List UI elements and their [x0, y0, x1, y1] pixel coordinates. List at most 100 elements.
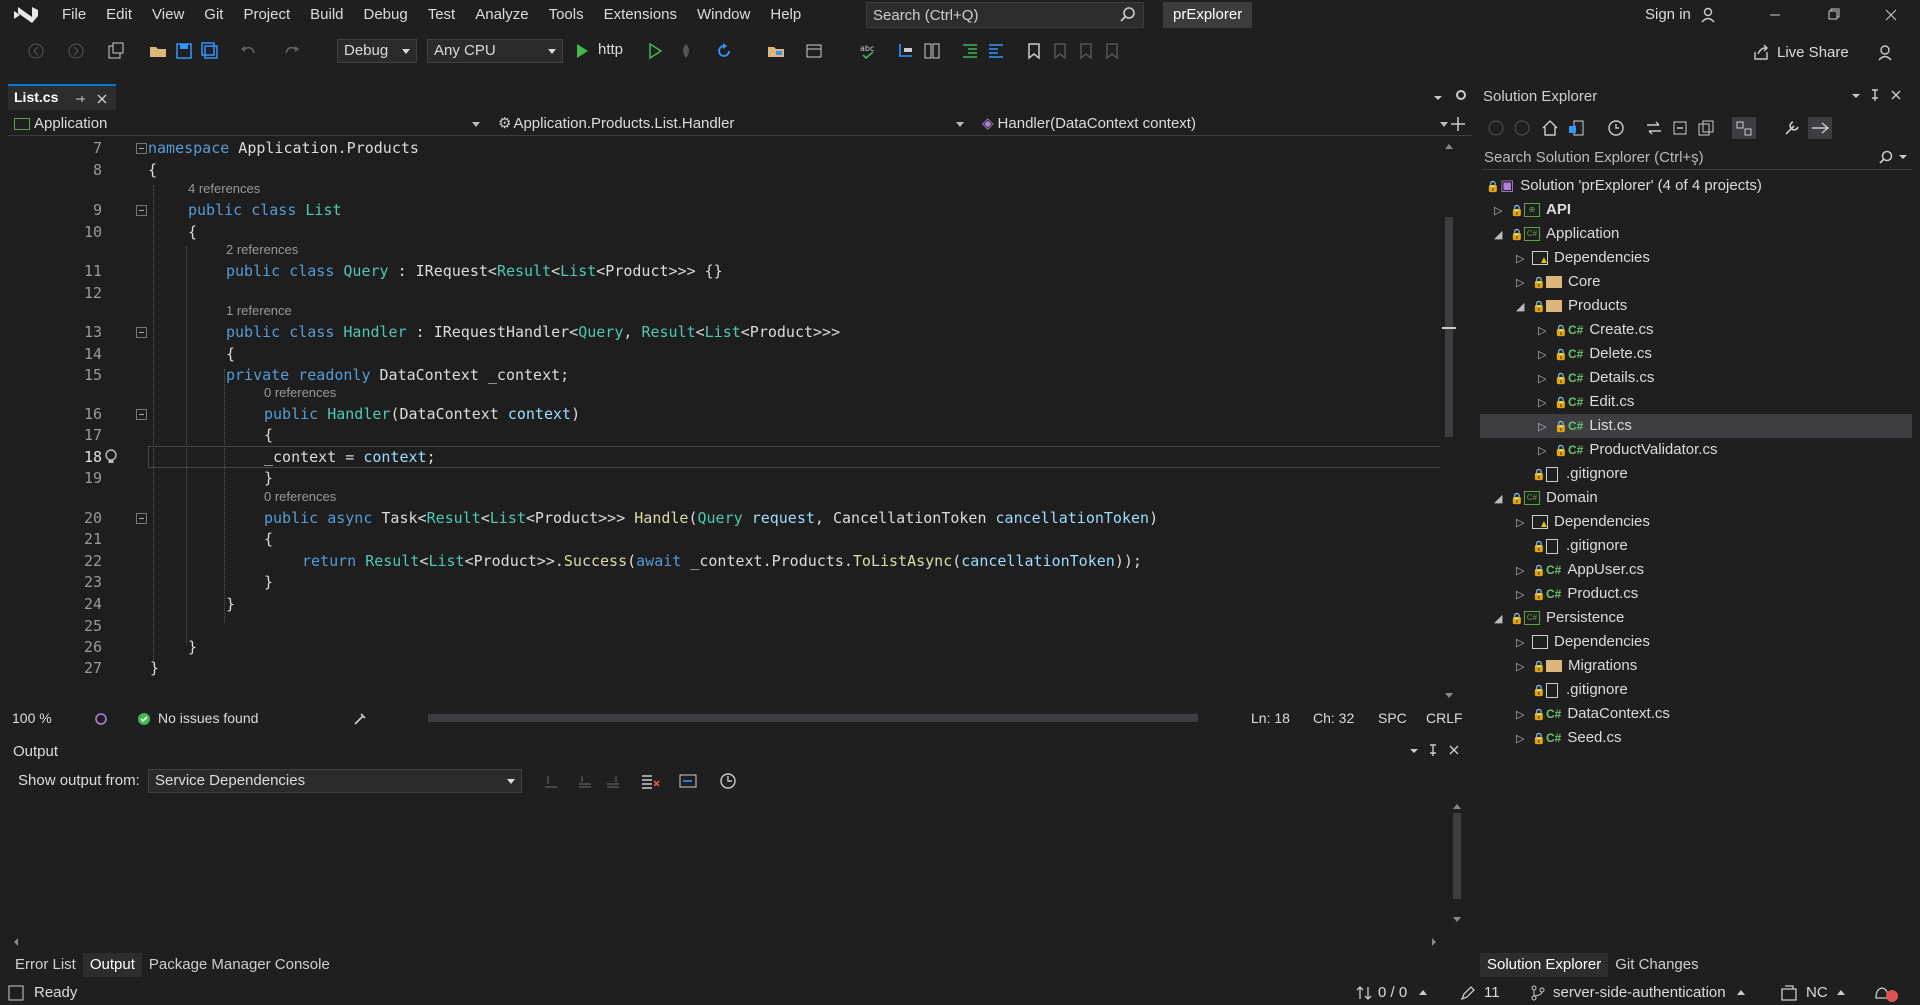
live-share-icon[interactable] — [1752, 44, 1770, 62]
switch-views-icon[interactable] — [1566, 118, 1586, 138]
find-message-icon[interactable] — [542, 772, 560, 790]
commit-sync-count[interactable]: 0 / 0 — [1378, 984, 1407, 1001]
back-icon[interactable] — [1486, 118, 1506, 138]
tab-list-cs[interactable]: List.cs — [8, 84, 116, 110]
codelens-references[interactable]: 0 references — [264, 489, 336, 504]
start-without-debugging-icon[interactable] — [645, 41, 665, 61]
tree-dependencies[interactable]: ▷ ▲ Dependencies — [1516, 510, 1650, 534]
previous-message-icon[interactable] — [576, 772, 594, 790]
show-all-files-icon[interactable] — [1696, 118, 1716, 138]
search-options-icon[interactable] — [1898, 152, 1908, 162]
spell-check-icon[interactable]: abc — [858, 41, 878, 61]
fold-toggle-icon[interactable] — [136, 205, 147, 216]
close-tab-icon[interactable] — [96, 93, 108, 105]
notifications-bell-icon[interactable] — [1872, 984, 1900, 1004]
tree-file-appuser[interactable]: ▷ 🔒C# AppUser.cs — [1516, 558, 1644, 582]
step-into-icon[interactable] — [896, 41, 916, 61]
tree-file-gitignore[interactable]: 🔒 .gitignore — [1532, 534, 1628, 558]
minimize-button[interactable] — [1752, 0, 1798, 30]
timestamp-icon[interactable] — [718, 771, 738, 791]
hot-reload-icon[interactable] — [676, 41, 696, 61]
tree-file-edit[interactable]: ▷ 🔒C# Edit.cs — [1538, 390, 1634, 414]
layout-icon[interactable] — [804, 41, 824, 61]
pin-tab-icon[interactable] — [74, 93, 86, 105]
tree-project-api[interactable]: ▷ 🔒 ⊕ API — [1494, 198, 1571, 222]
project-dropdown[interactable]: Application — [8, 112, 488, 136]
repo-menu-arrow-icon[interactable] — [1836, 988, 1846, 996]
fold-toggle-icon[interactable] — [136, 513, 147, 524]
tab-output[interactable]: Output — [82, 953, 142, 977]
save-icon[interactable] — [174, 41, 194, 61]
new-item-icon[interactable] — [106, 41, 126, 61]
sign-in-link[interactable]: Sign in — [1645, 0, 1691, 30]
tree-file-gitignore[interactable]: 🔒 .gitignore — [1532, 462, 1628, 486]
menu-view[interactable]: View — [142, 0, 194, 30]
tree-file-product[interactable]: ▷ 🔒C# Product.cs — [1516, 582, 1638, 606]
tree-folder-migrations[interactable]: ▷ 🔒 Migrations — [1516, 654, 1637, 678]
tree-project-persistence[interactable]: ◢ 🔒 C# Persistence — [1494, 606, 1624, 630]
code-cleanup-icon[interactable] — [352, 711, 370, 727]
pin-pane-icon[interactable] — [1868, 88, 1882, 102]
pin-pane-icon[interactable] — [1426, 743, 1440, 757]
tree-project-domain[interactable]: ◢ 🔒 C# Domain — [1494, 486, 1598, 510]
menu-help[interactable]: Help — [760, 0, 811, 30]
next-bookmark-icon[interactable] — [1076, 41, 1096, 61]
codelens-references[interactable]: 2 references — [226, 242, 298, 257]
member-dropdown[interactable]: ◈ Handler(DataContext context) — [976, 112, 1456, 136]
account-icon[interactable] — [1700, 6, 1718, 24]
menu-analyze[interactable]: Analyze — [465, 0, 538, 30]
column-indicator[interactable]: Ch: 32 — [1313, 710, 1354, 726]
properties-view-icon[interactable] — [1732, 117, 1756, 139]
sync-with-active-document-icon[interactable] — [1644, 118, 1664, 138]
tree-project-application[interactable]: ◢ 🔒 C# Application — [1494, 222, 1619, 246]
open-in-explorer-icon[interactable] — [766, 41, 786, 61]
restore-button[interactable] — [1810, 0, 1856, 30]
tab-error-list[interactable]: Error List — [8, 953, 83, 977]
git-branch-icon[interactable] — [1530, 985, 1546, 1001]
bookmark-icon[interactable] — [1024, 41, 1044, 61]
menu-test[interactable]: Test — [418, 0, 466, 30]
open-folder-icon[interactable] — [148, 41, 168, 61]
navigate-forward-icon[interactable] — [66, 41, 86, 61]
menu-build[interactable]: Build — [300, 0, 353, 30]
menu-edit[interactable]: Edit — [96, 0, 142, 30]
copilot-icon[interactable] — [94, 712, 108, 726]
menu-git[interactable]: Git — [194, 0, 233, 30]
visual-studio-logo-icon[interactable] — [12, 4, 40, 26]
redo-icon[interactable] — [282, 41, 302, 61]
solution-name-badge[interactable]: prExplorer — [1163, 2, 1253, 28]
save-all-icon[interactable] — [200, 41, 220, 61]
tab-settings-icon[interactable] — [1454, 88, 1468, 102]
live-share-button[interactable]: Live Share — [1777, 44, 1849, 61]
codelens-references[interactable]: 1 reference — [226, 303, 292, 318]
tab-overflow-icon[interactable] — [1432, 92, 1444, 104]
output-text-area[interactable] — [8, 797, 1461, 931]
clear-all-icon[interactable] — [640, 772, 660, 790]
previous-bookmark-icon[interactable] — [1050, 41, 1070, 61]
branch-menu-arrow-icon[interactable] — [1736, 988, 1746, 996]
tree-file-list-selected[interactable]: ▷ 🔒C# List.cs — [1480, 414, 1912, 438]
tree-file-productvalidator[interactable]: ▷ 🔒C# ProductValidator.cs — [1538, 438, 1717, 462]
pending-changes-filter-icon[interactable] — [1606, 118, 1626, 138]
tree-file-create[interactable]: ▷ 🔒C# Create.cs — [1538, 318, 1654, 342]
fold-toggle-icon[interactable] — [136, 327, 147, 338]
menu-extensions[interactable]: Extensions — [594, 0, 687, 30]
line-ending-indicator[interactable]: CRLF — [1426, 710, 1463, 726]
run-target-label[interactable]: http — [598, 41, 623, 58]
repository-icon[interactable] — [1780, 984, 1798, 1002]
menu-debug[interactable]: Debug — [354, 0, 418, 30]
issues-status[interactable]: No issues found — [158, 710, 258, 726]
tab-git-changes[interactable]: Git Changes — [1608, 953, 1705, 977]
navigate-back-icon[interactable] — [26, 41, 46, 61]
collapse-all-icon[interactable] — [1670, 118, 1690, 138]
restart-icon[interactable] — [714, 41, 734, 61]
home-icon[interactable] — [1540, 118, 1560, 138]
sync-arrows-icon[interactable] — [1356, 985, 1372, 1001]
step-over-icon[interactable] — [922, 41, 942, 61]
preview-selected-items-icon[interactable] — [1808, 117, 1832, 139]
solution-explorer-search-input[interactable]: Search Solution Explorer (Ctrl+ş) — [1482, 146, 1912, 170]
solution-configuration-dropdown[interactable]: Debug — [337, 39, 417, 63]
output-window-icon[interactable] — [8, 985, 24, 1001]
close-pane-icon[interactable] — [1890, 89, 1902, 101]
zoom-level-dropdown[interactable]: 100 % — [12, 710, 52, 726]
